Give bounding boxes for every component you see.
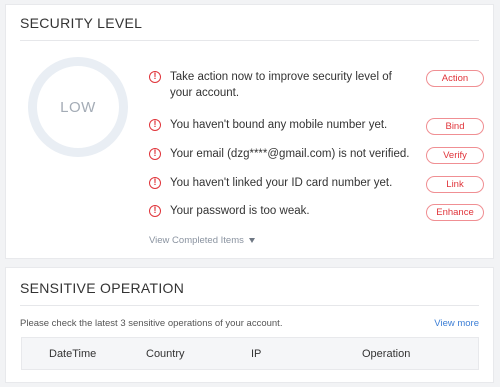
issue-link-id-card: ! You haven't linked your ID card number… <box>149 175 484 193</box>
warning-icon: ! <box>149 205 161 217</box>
warning-icon: ! <box>149 71 161 83</box>
sensitive-operation-card: SENSITIVE OPERATION Please check the lat… <box>5 267 494 383</box>
security-level-title: SECURITY LEVEL <box>20 15 143 31</box>
issue-weak-password: ! Your password is too weak. Enhance <box>149 203 484 221</box>
view-completed-label: View Completed Items <box>149 235 244 246</box>
operations-table-header: DateTime Country IP Operation <box>21 337 479 370</box>
issue-text: You haven't linked your ID card number y… <box>170 177 393 189</box>
issue-text: Your email (dzg****@gmail.com) is not ve… <box>170 148 410 160</box>
view-more-link[interactable]: View more <box>434 318 479 329</box>
column-header-operation: Operation <box>362 348 411 360</box>
divider <box>20 40 479 41</box>
sensitive-operation-title: SENSITIVE OPERATION <box>20 280 185 296</box>
divider <box>20 305 479 306</box>
verify-button[interactable]: Verify <box>426 147 484 164</box>
enhance-button[interactable]: Enhance <box>426 204 484 221</box>
column-header-ip: IP <box>251 348 262 360</box>
warning-icon: ! <box>149 119 161 131</box>
warning-icon: ! <box>149 148 161 160</box>
action-button[interactable]: Action <box>426 70 484 87</box>
column-header-country: Country <box>146 348 185 360</box>
security-level-label: LOW <box>60 98 96 116</box>
view-completed-items-toggle[interactable]: View Completed Items <box>149 235 255 246</box>
warning-icon: ! <box>149 177 161 189</box>
security-level-card: SECURITY LEVEL LOW ! Take action now to … <box>5 4 494 259</box>
issue-verify-email: ! Your email (dzg****@gmail.com) is not … <box>149 146 484 164</box>
bind-button[interactable]: Bind <box>426 118 484 135</box>
issue-text: You haven't bound any mobile number yet. <box>170 119 388 131</box>
security-level-gauge: LOW <box>28 57 128 157</box>
column-header-datetime: DateTime <box>49 348 97 360</box>
caret-down-icon <box>248 238 255 243</box>
link-button[interactable]: Link <box>426 176 484 193</box>
issue-bind-mobile: ! You haven't bound any mobile number ye… <box>149 117 484 135</box>
issue-action: ! Take action now to improve security le… <box>149 69 484 101</box>
sensitive-operation-description: Please check the latest 3 sensitive oper… <box>20 318 283 329</box>
issue-text: Your password is too weak. <box>170 205 310 217</box>
issue-text: Take action now to improve security leve… <box>170 71 392 99</box>
